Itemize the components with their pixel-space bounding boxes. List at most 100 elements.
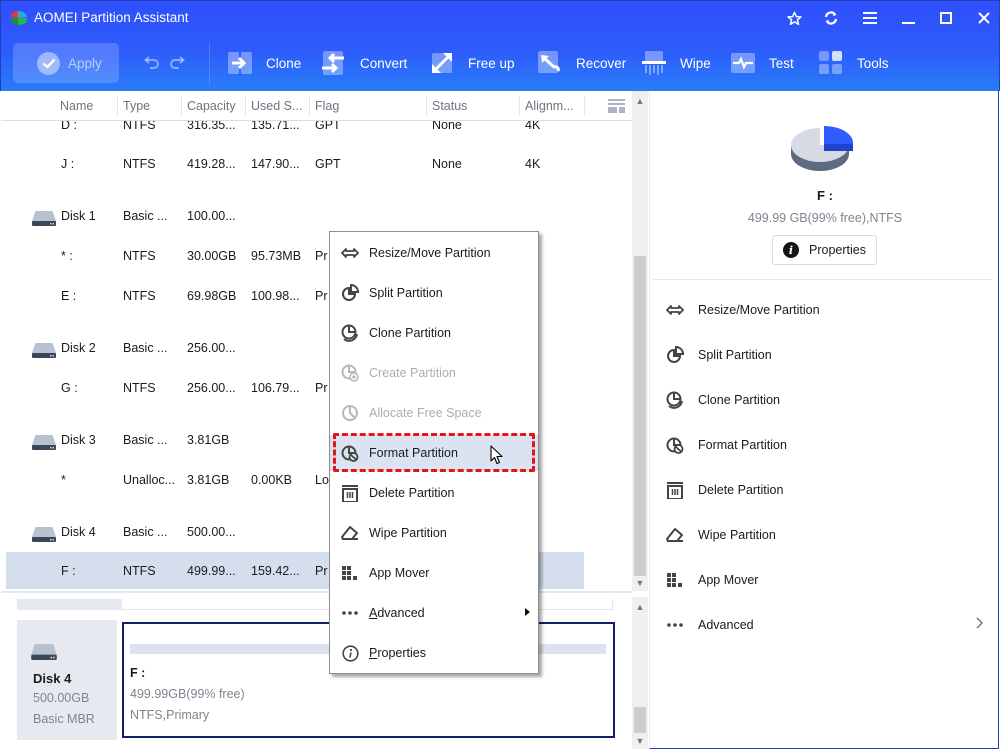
free-up-label: Free up [468,55,515,71]
column-divider[interactable] [181,96,182,116]
cell-capacity: 3.81GB [187,433,230,447]
menu-item-clone-partition[interactable]: Clone Partition [330,315,538,351]
column-divider[interactable] [245,96,246,116]
refresh-icon [824,11,838,25]
close-button[interactable] [970,7,998,29]
column-divider[interactable] [117,96,118,116]
op-delete-partition[interactable]: Delete Partition [650,470,998,510]
cell-type: NTFS [123,157,156,171]
app-mover-icon [341,564,359,582]
scrollbar-thumb[interactable] [634,707,646,733]
menu-item-delete-partition[interactable]: Delete Partition [330,475,538,511]
tools-tool-button[interactable]: Tools [819,49,889,77]
maximize-button[interactable] [932,7,960,29]
cell-capacity: 3.81GB [187,473,230,487]
convert-tool-button[interactable]: Convert [322,49,407,77]
wipe-label: Wipe [680,55,711,71]
disk-card[interactable]: Disk 4 500.00GB Basic MBR [17,620,117,740]
menu-item-advanced[interactable]: Advanced [330,595,538,631]
cell-flag: Pr [315,564,328,578]
menu-item-label: Split Partition [369,286,443,300]
menu-item-label: Allocate Free Space [369,406,482,420]
op-app-mover[interactable]: App Mover [650,560,998,600]
format-icon [666,436,684,454]
menu-item-resize-move-partition[interactable]: Resize/Move Partition [330,235,538,271]
properties-button[interactable]: i Properties [772,235,877,265]
cell-name: Disk 3 [61,433,96,447]
selected-partition-name: F : [817,188,833,203]
wipe-tool-button[interactable]: Wipe [642,49,711,77]
cell-capacity: 30.00GB [187,249,237,263]
menu-item-wipe-partition[interactable]: Wipe Partition [330,515,538,551]
cell-name: Disk 2 [61,341,96,355]
scroll-down-icon[interactable]: ▼ [632,576,648,590]
recover-icon [538,51,560,73]
table-row[interactable]: J : NTFS 419.28... 147.90... GPT None 4K [6,145,584,185]
refresh-button[interactable] [817,7,845,29]
cell-name: Disk 4 [61,525,96,539]
disk-icon [31,644,57,660]
scroll-down-icon[interactable]: ▼ [632,734,648,748]
cell-capacity: 256.00... [187,381,236,395]
column-divider[interactable] [519,96,520,116]
operations-panel: F : 499.99 GB(99% free),NTFS i Propertie… [649,91,999,749]
free-up-tool-button[interactable]: Free up [430,49,515,77]
op-format-partition[interactable]: Format Partition [650,425,998,465]
column-divider[interactable] [584,96,585,116]
cell-name: * : [61,249,73,263]
clone-tool-button[interactable]: Clone [228,49,301,77]
column-divider[interactable] [309,96,310,116]
cell-name: G : [61,381,78,395]
clone-partition-icon [666,391,684,409]
undo-icon[interactable] [144,55,160,69]
eraser-icon [666,526,684,544]
column-header-used-space[interactable]: Used S... [251,99,302,113]
menu-item-allocate-free-space[interactable]: Allocate Free Space [330,395,538,431]
op-split-partition[interactable]: Split Partition [650,335,998,375]
cell-type: NTFS [123,249,156,263]
test-tool-button[interactable]: Test [731,49,794,77]
menu-item-label: Create Partition [369,366,456,380]
disk-icon [32,211,56,226]
menu-item-label: Wipe Partition [369,526,447,540]
menu-item-properties[interactable]: Properties [330,635,538,671]
free-up-icon [432,53,452,73]
menu-item-app-mover[interactable]: App Mover [330,555,538,591]
menu-item-split-partition[interactable]: Split Partition [330,275,538,311]
op-label: Format Partition [698,438,787,452]
menu-item-label: Advanced [369,606,425,620]
app-title: AOMEI Partition Assistant [34,10,189,25]
column-header-status[interactable]: Status [432,99,467,113]
redo-icon[interactable] [169,55,185,69]
cell-name: J : [61,157,75,171]
scrollbar-thumb[interactable] [17,599,122,610]
op-clone-partition[interactable]: Clone Partition [650,380,998,420]
column-header-type[interactable]: Type [123,99,150,113]
recover-tool-button[interactable]: Recover [538,49,626,77]
cell-type: NTFS [123,289,156,303]
column-settings-icon[interactable] [608,99,625,113]
scroll-up-icon[interactable]: ▲ [632,600,648,614]
main-menu-button[interactable] [856,7,884,29]
menu-item-create-partition[interactable]: Create Partition [330,355,538,391]
column-header-flag[interactable]: Flag [315,99,339,113]
menu-item-label: Properties [369,646,426,660]
cell-alignment: 4K [525,157,541,171]
star-button[interactable] [780,7,808,29]
minimize-button[interactable] [894,7,922,29]
column-divider[interactable] [426,96,427,116]
column-header-alignment[interactable]: Alignm... [525,99,574,113]
cell-used: 159.42... [251,564,300,578]
scrollbar-thumb[interactable] [634,256,646,576]
op-wipe-partition[interactable]: Wipe Partition [650,515,998,555]
table-vertical-scrollbar[interactable]: ▲ ▼ [632,91,648,591]
column-header-name[interactable]: Name [60,99,93,113]
op-advanced[interactable]: Advanced [650,605,998,645]
partition-pie-chart [791,125,854,171]
mouse-cursor-icon [490,445,503,465]
scroll-up-icon[interactable]: ▲ [632,94,648,108]
apply-button[interactable]: Apply [13,43,119,83]
column-header-capacity[interactable]: Capacity [187,99,236,113]
disk-map-vertical-scrollbar[interactable]: ▲ ▼ [632,597,648,749]
op-resize-move-partition[interactable]: Resize/Move Partition [650,290,998,330]
